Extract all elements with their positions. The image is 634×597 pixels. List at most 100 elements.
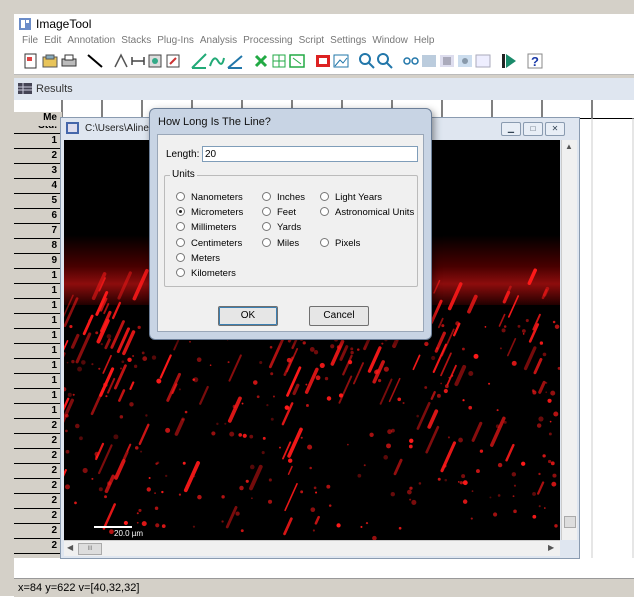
menu-window[interactable]: Window — [372, 34, 408, 48]
scroll-left-icon[interactable]: ◀ — [67, 543, 73, 552]
link-icon[interactable] — [402, 52, 420, 70]
menu-edit[interactable]: Edit — [44, 34, 61, 48]
radio-label: Astronomical Units — [335, 207, 414, 218]
scroll-right-icon[interactable]: ▶ — [548, 543, 554, 552]
row-header: 2 — [14, 523, 62, 539]
zoom-out-icon[interactable] — [376, 52, 394, 70]
radio-micrometers[interactable]: Micrometers — [176, 207, 243, 218]
row-header: 2 — [14, 538, 62, 554]
row-header: 4 — [14, 178, 62, 194]
cross-icon[interactable] — [270, 52, 288, 70]
radio-feet[interactable]: Feet — [262, 207, 296, 218]
row-header: 7 — [14, 223, 62, 239]
close-button[interactable]: ✕ — [545, 122, 565, 136]
print-icon[interactable] — [60, 52, 78, 70]
radio-label: Meters — [191, 253, 220, 264]
menu-processing[interactable]: Processing — [243, 34, 292, 48]
tool-d-icon[interactable] — [164, 52, 182, 70]
image-window-title: C:\Users\Aline\D — [85, 123, 159, 134]
row-header: 1 — [14, 283, 62, 299]
radio-miles[interactable]: Miles — [262, 238, 299, 249]
grid-icon[interactable] — [252, 52, 270, 70]
radio-label: Centimeters — [191, 238, 242, 249]
radio-dot — [320, 192, 329, 201]
roi-icon[interactable] — [314, 52, 332, 70]
image-c-icon[interactable] — [456, 52, 474, 70]
radio-millimeters[interactable]: Millimeters — [176, 222, 236, 233]
angle-icon[interactable] — [190, 52, 208, 70]
tool-a-icon[interactable] — [112, 52, 130, 70]
length-input[interactable] — [202, 146, 418, 162]
menu-stacks[interactable]: Stacks — [121, 34, 151, 48]
row-header: 2 — [14, 463, 62, 479]
radio-light-years[interactable]: Light Years — [320, 192, 382, 203]
row-header: 1 — [14, 133, 62, 149]
status-bar: x=84 y=622 v=[40,32,32] — [14, 578, 634, 597]
app-title: ImageTool — [36, 17, 91, 31]
image-a-icon[interactable] — [420, 52, 438, 70]
imagetool-logo-icon — [18, 17, 32, 31]
radio-centimeters[interactable]: Centimeters — [176, 238, 242, 249]
radio-dot — [176, 253, 185, 262]
row-header: 2 — [14, 148, 62, 164]
menu-script[interactable]: Script — [299, 34, 325, 48]
row-header: 2 — [14, 433, 62, 449]
menu-bar: File Edit Annotation Stacks Plug-Ins Ana… — [14, 34, 634, 48]
radio-dot — [176, 192, 185, 201]
radio-dot — [176, 268, 185, 277]
row-header: 1 — [14, 388, 62, 404]
help-icon[interactable]: ? — [526, 52, 544, 70]
minimize-button[interactable]: ▁ — [501, 122, 521, 136]
menu-settings[interactable]: Settings — [330, 34, 366, 48]
menu-analysis[interactable]: Analysis — [200, 34, 237, 48]
open-icon[interactable] — [41, 52, 59, 70]
radio-dot — [320, 238, 329, 247]
play-icon[interactable] — [500, 52, 518, 70]
ok-button[interactable]: OK — [218, 306, 278, 326]
curve-icon[interactable] — [208, 52, 226, 70]
row-header: 1 — [14, 268, 62, 284]
horizontal-scrollbar[interactable]: ◀ III ▶ — [64, 540, 560, 556]
status-text: x=84 y=622 v=[40,32,32] — [18, 582, 139, 594]
measure-icon[interactable] — [226, 52, 244, 70]
new-icon[interactable] — [22, 52, 40, 70]
radio-nanometers[interactable]: Nanometers — [176, 192, 243, 203]
maximize-button[interactable]: □ — [523, 122, 543, 136]
scroll-up-icon[interactable]: ▲ — [565, 142, 573, 151]
radio-inches[interactable]: Inches — [262, 192, 305, 203]
dialog-title: How Long Is The Line? — [158, 116, 271, 128]
radio-pixels[interactable]: Pixels — [320, 238, 360, 249]
line-tool-icon[interactable] — [86, 52, 104, 70]
radio-label: Pixels — [335, 238, 360, 249]
zoom-in-icon[interactable] — [358, 52, 376, 70]
image-b-icon[interactable] — [438, 52, 456, 70]
radio-label: Light Years — [335, 192, 382, 203]
menu-help[interactable]: Help — [414, 34, 435, 48]
scroll-h-thumb[interactable]: III — [78, 543, 102, 555]
row-header: 1 — [14, 403, 62, 419]
radio-kilometers[interactable]: Kilometers — [176, 268, 236, 279]
rectangle-icon[interactable] — [288, 52, 306, 70]
radio-yards[interactable]: Yards — [262, 222, 301, 233]
radio-astronomical-units[interactable]: Astronomical Units — [320, 207, 414, 218]
radio-label: Micrometers — [191, 207, 243, 218]
radio-meters[interactable]: Meters — [176, 253, 220, 264]
radio-dot — [176, 238, 185, 247]
image-d-icon[interactable] — [474, 52, 492, 70]
radio-label: Nanometers — [191, 192, 243, 203]
row-header: 6 — [14, 208, 62, 224]
image-icon[interactable] — [332, 52, 350, 70]
menu-annotation[interactable]: Annotation — [67, 34, 115, 48]
row-header: 1 — [14, 343, 62, 359]
menu-plugins[interactable]: Plug-Ins — [157, 34, 194, 48]
scroll-thumb[interactable] — [564, 516, 576, 528]
cancel-button[interactable]: Cancel — [309, 306, 369, 326]
row-header: 2 — [14, 418, 62, 434]
toolbar: ? — [14, 48, 634, 75]
tool-c-icon[interactable] — [146, 52, 164, 70]
radio-dot — [176, 222, 185, 231]
radio-label: Miles — [277, 238, 299, 249]
menu-file[interactable]: File — [22, 34, 38, 48]
vertical-scrollbar[interactable]: ▲ — [561, 140, 577, 540]
tool-b-icon[interactable] — [129, 52, 147, 70]
